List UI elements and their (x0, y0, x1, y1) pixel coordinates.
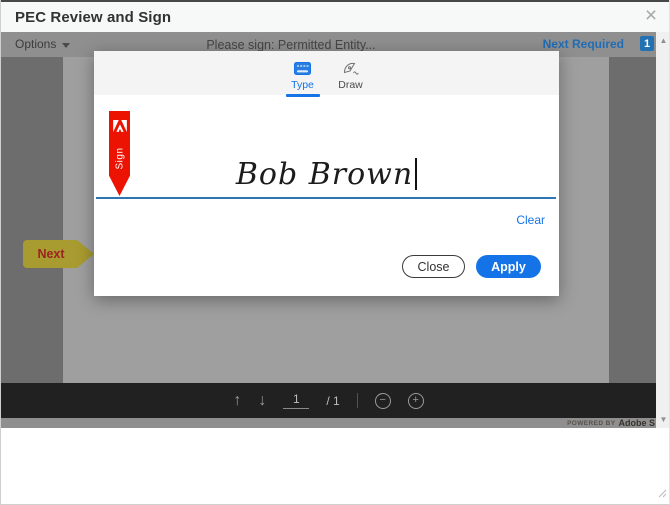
page-total-label: / 1 (326, 394, 339, 408)
clear-link[interactable]: Clear (516, 213, 545, 227)
pec-review-sign-modal: PEC Review and Sign × Options Please sig… (0, 0, 670, 505)
next-page-icon[interactable]: ↓ (258, 393, 266, 409)
signature-dialog: Type Draw (94, 51, 559, 296)
vertical-scrollbar[interactable]: ▲ ▼ (656, 32, 670, 428)
pen-nib-icon (342, 60, 360, 76)
signature-tab-bar: Type Draw (94, 51, 559, 95)
modal-title-bar: PEC Review and Sign × (1, 0, 669, 32)
signature-baseline (96, 197, 556, 199)
tab-type[interactable]: Type (284, 60, 322, 97)
next-required-button[interactable]: Next Required (543, 37, 624, 51)
next-field-tag[interactable]: Next (23, 240, 79, 268)
powered-by-label: POWERED BY (567, 420, 615, 427)
keyboard-icon (294, 60, 311, 76)
apply-button[interactable]: Apply (476, 255, 541, 278)
tab-type-label: Type (291, 79, 314, 91)
powered-by-strip: POWERED BY Adobe S (1, 418, 656, 428)
pager-toolbar: ↑ ↓ 1 / 1 − + (1, 383, 656, 418)
typed-signature: Bob Brown (94, 157, 559, 192)
tab-draw[interactable]: Draw (332, 60, 370, 91)
previous-page-icon[interactable]: ↑ (233, 393, 241, 409)
footer-panel: Close Having trouble loading the documen… (1, 428, 669, 505)
tab-draw-label: Draw (338, 79, 363, 91)
page-number-input[interactable]: 1 (283, 392, 309, 409)
dialog-close-button[interactable]: Close (402, 255, 465, 278)
next-required-count-badge[interactable]: 1 (640, 36, 654, 51)
signature-input-area[interactable]: Bob Brown (94, 95, 559, 198)
resize-handle-icon[interactable] (658, 485, 667, 503)
next-tag-label: Next (37, 247, 64, 261)
scroll-down-icon[interactable]: ▼ (656, 413, 670, 427)
modal-title: PEC Review and Sign (15, 9, 171, 26)
close-icon[interactable]: × (639, 3, 663, 29)
scroll-up-icon[interactable]: ▲ (656, 34, 670, 48)
sign-instruction: Please sign: Permitted Entity... (1, 38, 581, 52)
zoom-out-button[interactable]: − (375, 393, 391, 409)
adobe-sign-brand: Adobe S (618, 418, 655, 428)
toolbar-divider (357, 393, 358, 408)
dialog-buttons: Close Apply (402, 255, 541, 278)
zoom-in-button[interactable]: + (408, 393, 424, 409)
text-caret (415, 158, 417, 190)
